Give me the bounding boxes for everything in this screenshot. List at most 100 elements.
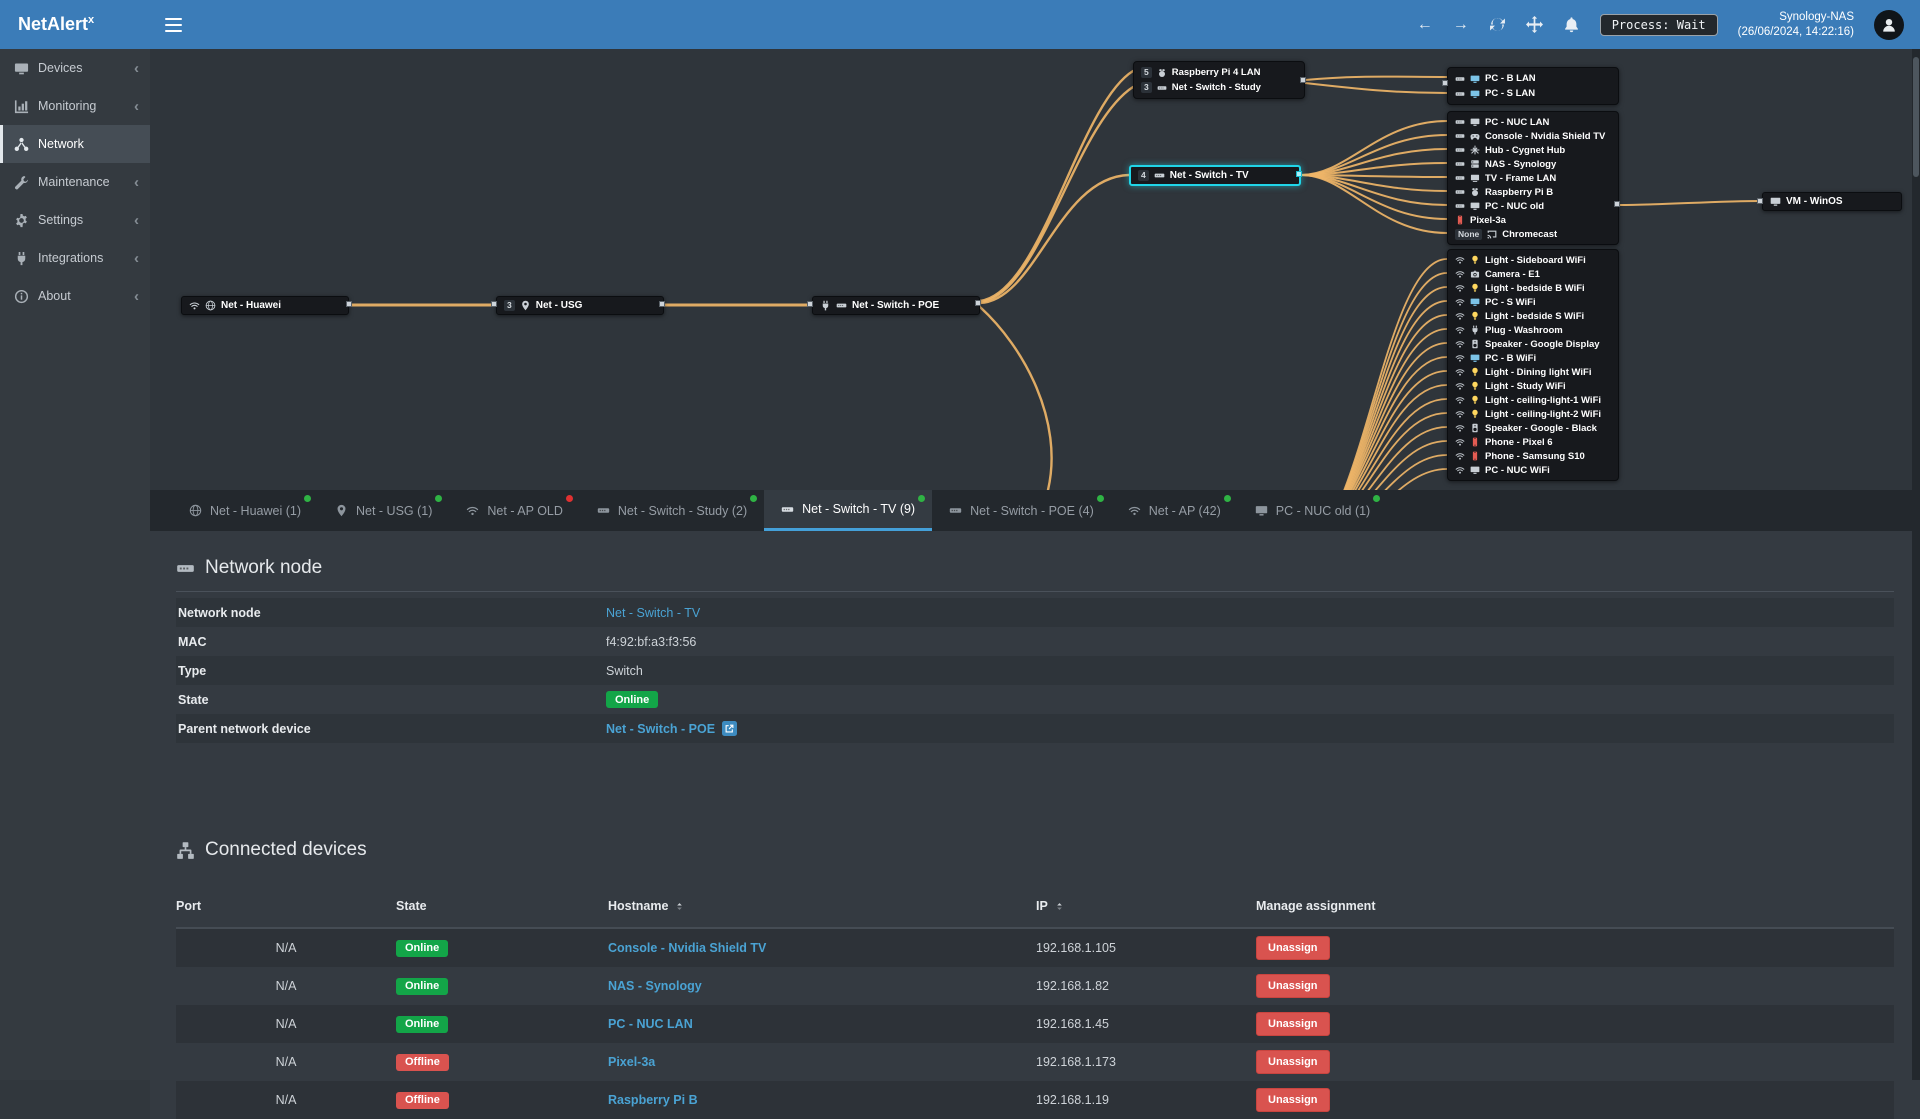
sidebar-item-monitoring[interactable]: Monitoring‹ [0,87,150,125]
device-row[interactable]: PC - S LAN [1455,86,1611,101]
avatar[interactable] [1874,10,1904,40]
device-row[interactable]: Phone - Samsung S10 [1455,449,1611,463]
device-label: Light - bedside S WiFi [1485,311,1584,322]
sort-icon[interactable] [674,901,685,912]
ethernet-icon [1455,201,1465,211]
device-row[interactable]: NoneChromecast [1455,227,1611,241]
column-header-hostname[interactable]: Hostname [608,899,1036,913]
nav-back-icon[interactable]: ← [1417,17,1433,33]
unassign-button[interactable]: Unassign [1256,936,1330,960]
ip-cell: 192.168.1.82 [1036,979,1256,993]
device-row[interactable]: TV - Frame LAN [1455,171,1611,185]
tab-net-switch-poe[interactable]: Net - Switch - POE (4) [932,490,1111,531]
device-row[interactable]: Plug - Washroom [1455,323,1611,337]
switch-icon [1157,83,1167,93]
state-badge: Online [396,940,448,957]
unassign-button[interactable]: Unassign [1256,1012,1330,1036]
table-row: N/A Online Console - Nvidia Shield TV 19… [176,929,1894,967]
sidebar-item-about[interactable]: About‹ [0,277,150,315]
parent-node-link[interactable]: Net - Switch - POE [606,722,715,736]
device-row[interactable]: PC - B WiFi [1455,351,1611,365]
node-link[interactable]: Net - Switch - TV [606,606,700,620]
hostname-link[interactable]: Raspberry Pi B [608,1093,698,1107]
device-row[interactable]: Light - bedside B WiFi [1455,281,1611,295]
device-row[interactable]: Console - Nvidia Shield TV [1455,129,1611,143]
device-label: NAS - Synology [1485,159,1556,170]
device-label: PC - B WiFi [1485,353,1536,364]
device-row[interactable]: 3Net - Switch - Study [1141,80,1297,95]
node-net-usg[interactable]: 3 Net - USG [496,296,664,315]
connected-devices-heading: Connected devices [176,813,1894,861]
scrollbar-thumb[interactable] [1913,57,1919,177]
wifi-icon [1128,504,1141,517]
device-row[interactable]: Speaker - Google - Black [1455,421,1611,435]
nav-forward-icon[interactable]: → [1453,17,1469,33]
bell-icon[interactable] [1563,16,1580,33]
device-row[interactable]: PC - NUC old [1455,199,1611,213]
node-net-switch-poe[interactable]: Net - Switch - POE [812,296,980,315]
device-row[interactable]: PC - S WiFi [1455,295,1611,309]
info-label: State [176,693,606,707]
device-row[interactable]: PC - B LAN [1455,71,1611,86]
unassign-button[interactable]: Unassign [1256,1088,1330,1112]
sidebar-toggle-button[interactable] [150,0,196,49]
sidebar-item-maintenance[interactable]: Maintenance‹ [0,163,150,201]
external-link-icon[interactable] [722,721,737,736]
refresh-icon[interactable] [1489,16,1506,33]
tab-net-ap[interactable]: Net - AP (42) [1111,490,1238,531]
device-row[interactable]: 5Raspberry Pi 4 LAN [1141,65,1297,80]
node-net-huawei[interactable]: Net - Huawei [181,296,349,315]
node-net-switch-tv-selected[interactable]: 4 Net - Switch - TV [1129,165,1301,186]
hostname-link[interactable]: PC - NUC LAN [608,1017,693,1031]
ip-cell: 192.168.1.105 [1036,941,1256,955]
tab-pc-nuc-old[interactable]: PC - NUC old (1) [1238,490,1387,531]
lightbulb-icon [1470,409,1480,419]
tab-net-ap-old[interactable]: Net - AP OLD [449,490,580,531]
app-logo: NetAlertx [0,14,150,35]
device-row[interactable]: Hub - Cygnet Hub [1455,143,1611,157]
column-header-ip[interactable]: IP [1036,899,1256,913]
status-dot-green [1373,495,1380,502]
device-row[interactable]: Light - ceiling-light-2 WiFi [1455,407,1611,421]
device-row[interactable]: Camera - E1 [1455,267,1611,281]
process-status-badge: Process: Wait [1600,14,1718,36]
device-row[interactable]: NAS - Synology [1455,157,1611,171]
tab-net-huawei[interactable]: Net - Huawei (1) [172,490,318,531]
state-badge: Offline [396,1092,449,1109]
info-label: Type [176,664,606,678]
device-row[interactable]: Light - Sideboard WiFi [1455,253,1611,267]
node-vm-winos[interactable]: VM - WinOS [1762,192,1902,211]
hostname-link[interactable]: Console - Nvidia Shield TV [608,941,766,955]
unassign-button[interactable]: Unassign [1256,1050,1330,1074]
device-row[interactable]: Speaker - Google Display [1455,337,1611,351]
chevron-left-icon: ‹ [134,212,139,229]
device-row[interactable]: Light - Study WiFi [1455,379,1611,393]
sidebar-item-integrations[interactable]: Integrations‹ [0,239,150,277]
tab-net-switch-study[interactable]: Net - Switch - Study (2) [580,490,764,531]
device-row[interactable]: Raspberry Pi B [1455,185,1611,199]
device-label: PC - NUC old [1485,201,1544,212]
scrollbar[interactable] [1912,49,1920,1080]
sidebar-item-label: Settings [38,213,83,227]
device-row[interactable]: Light - ceiling-light-1 WiFi [1455,393,1611,407]
device-row[interactable]: Phone - Pixel 6 [1455,435,1611,449]
device-row[interactable]: Light - Dining light WiFi [1455,365,1611,379]
hostname-link[interactable]: Pixel-3a [608,1055,655,1069]
sidebar-item-network[interactable]: Network [0,125,150,163]
hostname-link[interactable]: NAS - Synology [608,979,702,993]
wrench-icon [14,175,29,190]
tab-net-switch-tv[interactable]: Net - Switch - TV (9) [764,490,932,531]
device-row[interactable]: PC - NUC LAN [1455,115,1611,129]
sidebar-item-settings[interactable]: Settings ‹ [0,201,150,239]
device-label: Raspberry Pi B [1485,187,1553,198]
device-row[interactable]: Pixel-3a [1455,213,1611,227]
sidebar-item-label: Monitoring [38,99,96,113]
unassign-button[interactable]: Unassign [1256,974,1330,998]
device-row[interactable]: PC - NUC WiFi [1455,463,1611,477]
connected-devices-header: Port State Hostname IP Manage assignment [176,885,1894,929]
tab-net-usg[interactable]: Net - USG (1) [318,490,449,531]
sidebar-item-devices[interactable]: Devices‹ [0,49,150,87]
sort-icon[interactable] [1054,901,1065,912]
move-icon[interactable] [1526,16,1543,33]
device-row[interactable]: Light - bedside S WiFi [1455,309,1611,323]
